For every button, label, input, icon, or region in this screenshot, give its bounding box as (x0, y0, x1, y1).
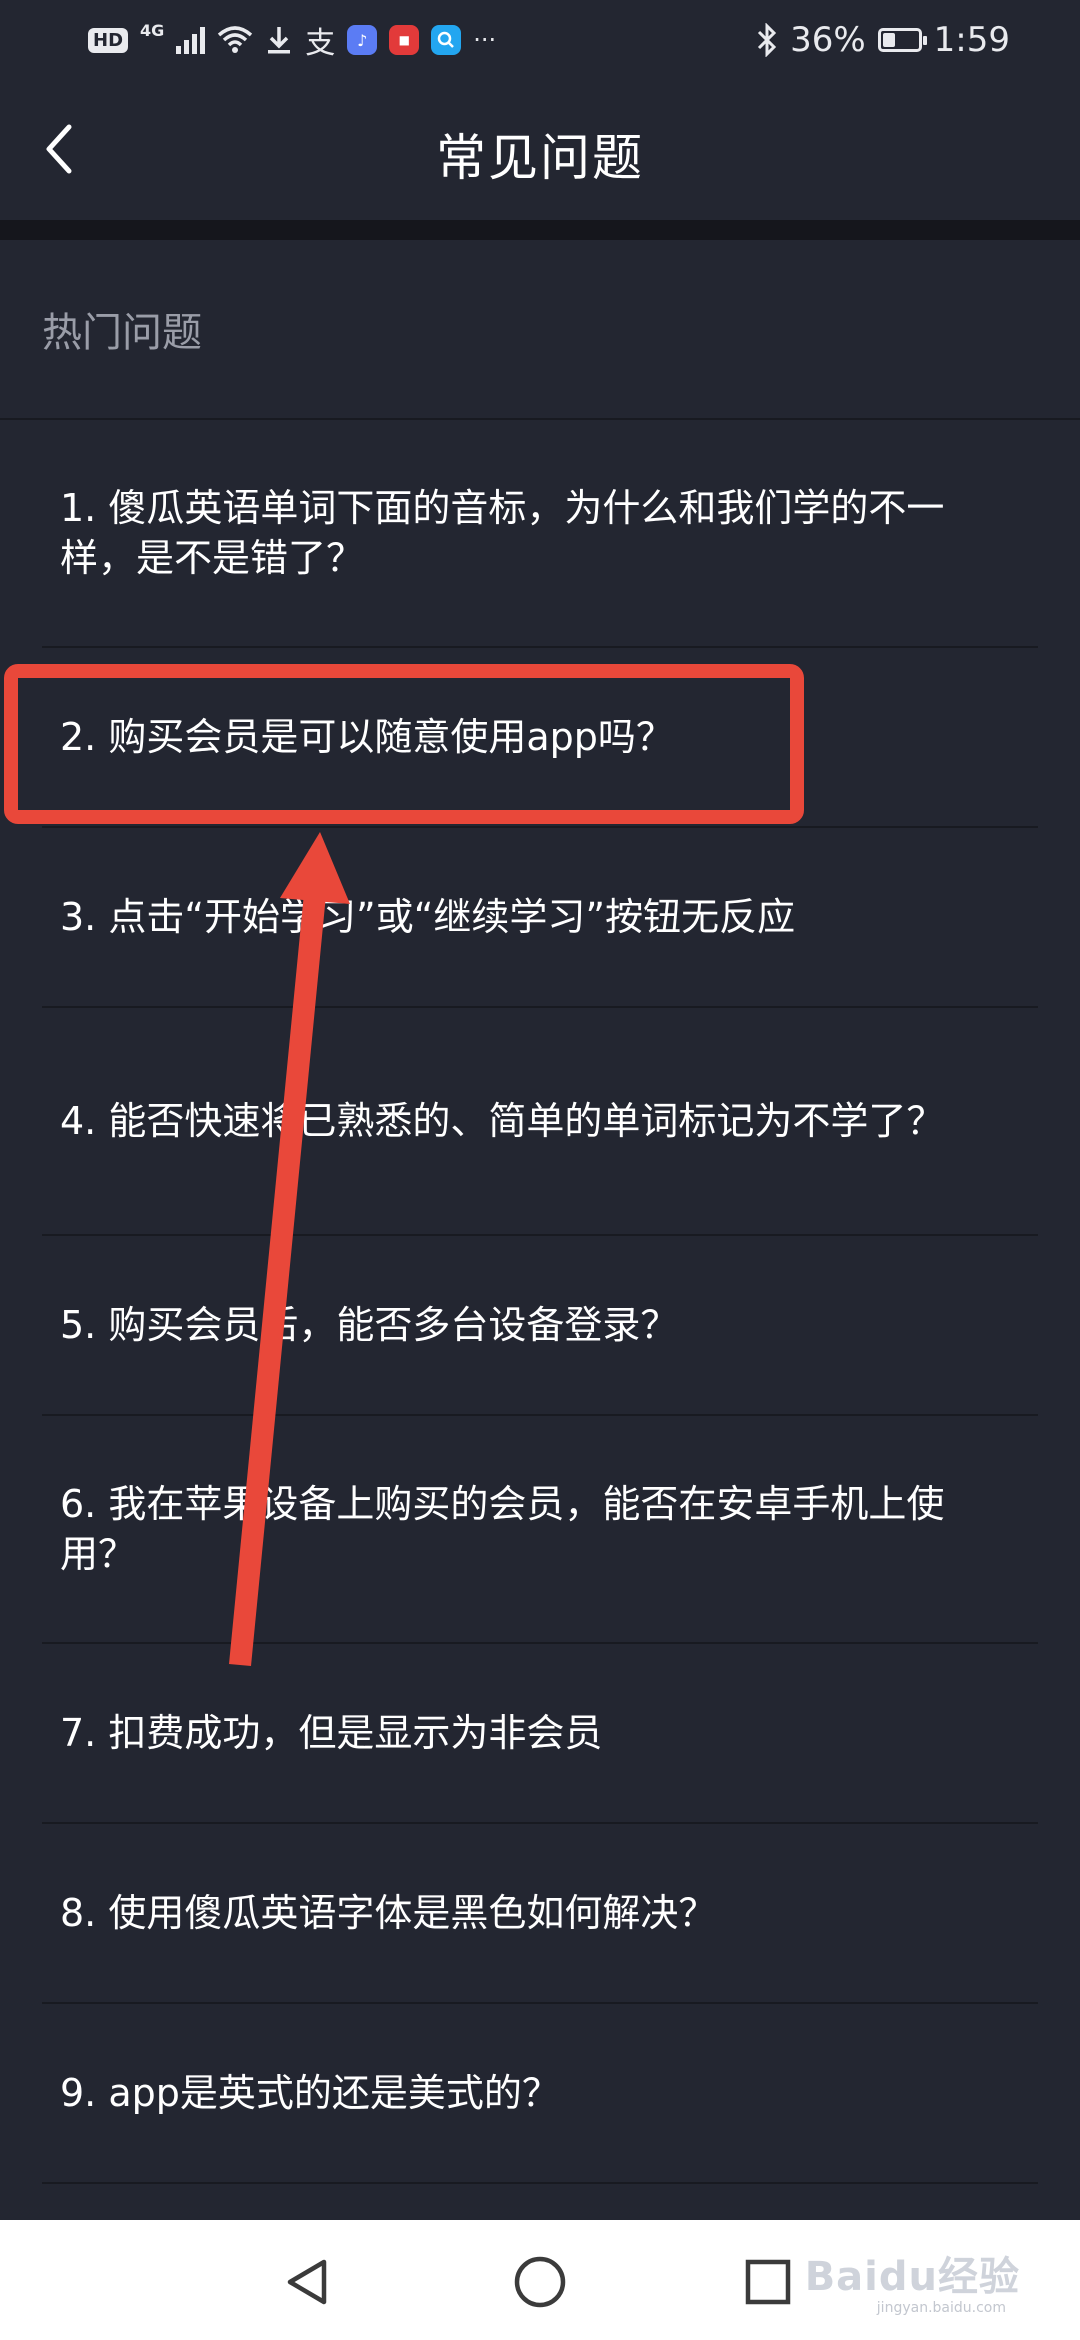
baidu-watermark-url: jingyan.baidu.com (876, 2300, 1006, 2316)
status-right: 36% 1:59 (756, 18, 1010, 62)
faq-item-8[interactable]: 8. 使用傻瓜英语字体是黑色如何解决？ (42, 1824, 1038, 2004)
nav-back-button[interactable] (268, 2242, 348, 2322)
battery-charging-icon (877, 28, 927, 52)
faq-item-text: 7. 扣费成功，但是显示为非会员 (60, 1711, 603, 1755)
faq-item-9[interactable]: 9. app是英式的还是美式的？ (42, 2004, 1038, 2184)
faq-item-4[interactable]: 4. 能否快速将已熟悉的、简单的单词标记为不学了？ (42, 1008, 1038, 1236)
back-triangle-icon (287, 2259, 327, 2305)
faq-item-text: 8. 使用傻瓜英语字体是黑色如何解决？ (60, 1891, 717, 1935)
news-app-icon: ■ (389, 25, 420, 55)
annotation-highlight-box (4, 664, 804, 824)
faq-item-text: 3. 点击“开始学习”或“继续学习”按钮无反应 (60, 895, 796, 939)
faq-item-text: 4. 能否快速将已熟悉的、简单的单词标记为不学了？ (60, 1099, 945, 1143)
network-type: 4G (140, 20, 165, 40)
signal-icon (176, 26, 206, 54)
home-circle-icon (514, 2256, 566, 2308)
wifi-icon (218, 26, 253, 53)
section-title: 热门问题 (42, 310, 202, 356)
music-app-icon: ♪ (347, 25, 378, 55)
faq-item-6[interactable]: 6. 我在苹果设备上购买的会员，能否在安卓手机上使用？ (42, 1416, 1038, 1644)
battery-level (882, 33, 895, 47)
search-app-icon (431, 25, 462, 55)
faq-item-3[interactable]: 3. 点击“开始学习”或“继续学习”按钮无反应 (42, 828, 1038, 1008)
bluetooth-icon (758, 23, 777, 57)
nav-home-button[interactable] (500, 2242, 580, 2322)
hd-badge: HD (88, 27, 129, 53)
faq-item-text: 1. 傻瓜英语单词下面的音标，为什么和我们学的不一样，是不是错了？ (60, 486, 945, 580)
status-time: 1:59 (933, 20, 1010, 60)
download-icon (268, 27, 291, 54)
header-divider (0, 220, 1080, 240)
nav-recents-button[interactable] (728, 2242, 808, 2322)
faq-item-text: 5. 购买会员后，能否多台设备登录？ (60, 1303, 679, 1347)
page-title: 常见问题 (436, 129, 644, 187)
baidu-watermark: Baidu经验 (804, 2254, 1020, 2300)
app-header: 常见问题 (0, 80, 1080, 220)
more-notifications: ··· (473, 26, 497, 54)
status-bar: HD 4G 支 ♪ ■ ··· 36% 1:59 (0, 0, 1080, 80)
faq-item-text: 9. app是英式的还是美式的？ (60, 2071, 560, 2115)
recents-square-icon (745, 2259, 791, 2305)
system-nav-bar: Baidu经验 jingyan.baidu.com (0, 2220, 1080, 2340)
faq-item-5[interactable]: 5. 购买会员后，能否多台设备登录？ (42, 1236, 1038, 1416)
faq-item-text: 6. 我在苹果设备上购买的会员，能否在安卓手机上使用？ (60, 1482, 945, 1576)
faq-item-1[interactable]: 1. 傻瓜英语单词下面的音标，为什么和我们学的不一样，是不是错了？ (42, 420, 1038, 648)
faq-item-7[interactable]: 7. 扣费成功，但是显示为非会员 (42, 1644, 1038, 1824)
battery-percent: 36% (790, 20, 866, 60)
alipay-icon: 支 (305, 26, 336, 61)
status-left: HD 4G 支 ♪ ■ ··· (88, 18, 496, 62)
